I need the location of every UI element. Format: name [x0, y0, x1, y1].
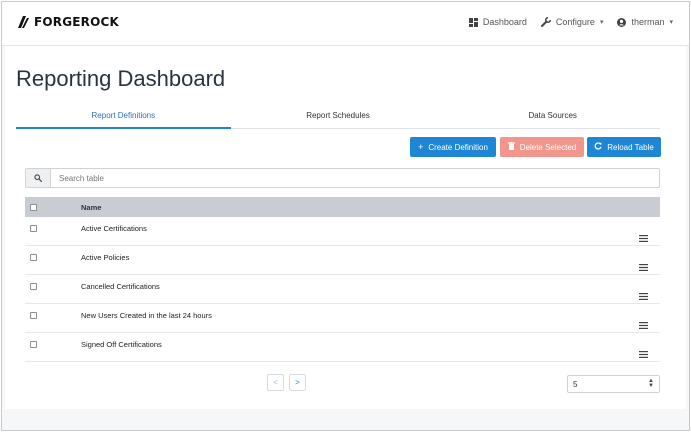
forgerock-logo-icon: [18, 16, 29, 28]
dashboard-icon: [468, 17, 478, 27]
row-checkbox-cell: [25, 217, 81, 232]
row-checkbox-cell: [25, 304, 81, 319]
table-row[interactable]: New Users Created in the last 24 hours: [25, 304, 660, 333]
row-checkbox[interactable]: [30, 341, 37, 348]
reload-table-button[interactable]: Reload Table: [587, 137, 661, 157]
row-checkbox-cell: [25, 333, 81, 348]
brand-name: FORGEROCK: [34, 15, 120, 29]
hamburger-menu-icon[interactable]: [639, 316, 648, 334]
chevron-down-icon: ▾: [599, 19, 604, 26]
create-definition-button[interactable]: + Create Definition: [410, 137, 496, 157]
forgerock-logo[interactable]: FORGEROCK: [16, 15, 119, 29]
row-name[interactable]: Active Policies: [81, 246, 129, 262]
column-header-name[interactable]: Name: [81, 203, 101, 212]
page-size-value: 5: [573, 379, 578, 389]
row-checkbox[interactable]: [30, 312, 37, 319]
row-name[interactable]: Cancelled Certifications: [81, 275, 160, 291]
reload-table-label: Reload Table: [607, 142, 654, 152]
top-navbar: FORGEROCK Dashboard Configure ▾ therman …: [2, 2, 689, 46]
table-header: Name: [25, 197, 660, 217]
wrench-icon: [540, 17, 551, 27]
table-row[interactable]: Cancelled Certifications: [25, 275, 660, 304]
tab-report-schedules[interactable]: Report Schedules: [231, 109, 446, 128]
table-row[interactable]: Active Policies: [25, 246, 660, 275]
nav-user-menu[interactable]: therman ▾: [617, 17, 673, 27]
search-box: [25, 168, 660, 188]
row-name[interactable]: Signed Off Certifications: [81, 333, 162, 349]
delete-selected-label: Delete Selected: [519, 142, 577, 152]
table-row[interactable]: Signed Off Certifications: [25, 333, 660, 362]
nav-user-label: therman: [631, 17, 665, 27]
plus-icon: +: [418, 142, 424, 152]
previous-page-button[interactable]: <: [267, 374, 284, 391]
chevron-down-icon: ▾: [669, 19, 673, 26]
nav-configure-label: Configure: [555, 17, 595, 27]
select-all-checkbox[interactable]: [30, 203, 37, 211]
row-checkbox-cell: [25, 275, 81, 290]
row-checkbox-cell: [25, 246, 81, 261]
hamburger-menu-icon[interactable]: [639, 287, 648, 305]
user-circle-icon: [617, 17, 627, 27]
tab-data-sources[interactable]: Data Sources: [445, 109, 660, 128]
search-icon: [26, 169, 51, 187]
search-input[interactable]: [51, 169, 659, 187]
nav-dashboard-label: Dashboard: [482, 17, 527, 27]
next-page-button[interactable]: >: [289, 374, 306, 391]
header-checkbox-cell: [25, 203, 81, 211]
delete-selected-button[interactable]: Delete Selected: [500, 137, 584, 157]
row-name[interactable]: Active Certifications: [81, 217, 147, 233]
page-title: Reporting Dashboard: [16, 66, 226, 91]
nav-configure[interactable]: Configure ▾: [540, 17, 604, 27]
row-checkbox[interactable]: [30, 225, 37, 232]
page-size-select[interactable]: 5 ▲ ▼: [567, 375, 660, 393]
create-definition-label: Create Definition: [428, 142, 488, 152]
tab-bar: Report Definitions Report Schedules Data…: [16, 109, 660, 129]
top-nav: Dashboard Configure ▾ therman ▾: [455, 17, 673, 27]
report-definitions-table: Name Active Certifications Active Polici…: [25, 197, 660, 362]
row-name[interactable]: New Users Created in the last 24 hours: [81, 304, 212, 320]
main-card: Reporting Dashboard Report Definitions R…: [5, 46, 686, 409]
pagination: < >: [267, 374, 311, 391]
trash-icon: [507, 142, 515, 152]
tab-report-definitions[interactable]: Report Definitions: [16, 109, 231, 129]
app-window: FORGEROCK Dashboard Configure ▾ therman …: [1, 1, 690, 431]
select-arrows-icon: ▲ ▼: [648, 378, 654, 389]
hamburger-menu-icon[interactable]: [639, 345, 648, 363]
hamburger-menu-icon[interactable]: [639, 258, 648, 276]
row-checkbox[interactable]: [30, 254, 37, 261]
row-checkbox[interactable]: [30, 283, 37, 290]
nav-dashboard[interactable]: Dashboard: [468, 17, 527, 27]
table-row[interactable]: Active Certifications: [25, 217, 660, 246]
hamburger-menu-icon[interactable]: [639, 229, 648, 247]
refresh-icon: [594, 142, 602, 152]
